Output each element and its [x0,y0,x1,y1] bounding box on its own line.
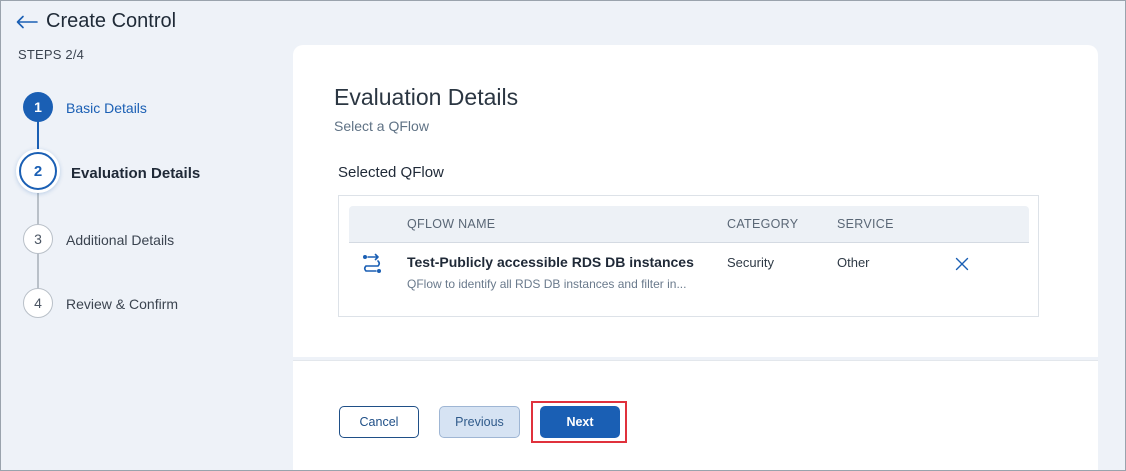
section-title: Evaluation Details [334,84,519,110]
qflow-service: Other [837,255,870,270]
step-3-circle: 3 [23,224,53,254]
section-subtitle: Select a QFlow [334,118,429,134]
table-header: QFLOW NAME CATEGORY SERVICE [349,206,1029,243]
back-arrow-icon[interactable] [16,12,38,32]
cancel-button[interactable]: Cancel [339,406,419,438]
qflow-description: QFlow to identify all RDS DB instances a… [407,277,687,291]
step-2-label: Evaluation Details [71,165,201,182]
stepper-connector [37,118,39,156]
step-4-circle: 4 [23,288,53,318]
column-header-category: CATEGORY [727,217,799,231]
stepper-connector [37,252,39,290]
qflow-category: Security [727,255,774,270]
column-header-service: SERVICE [837,217,894,231]
footer-actions: Cancel Previous Next [293,360,1098,471]
close-icon[interactable] [954,256,970,272]
evaluation-details-card: Evaluation Details Select a QFlow Select… [293,45,1098,357]
page-header: Create Control [16,10,176,33]
step-2-circle: 2 [19,152,57,190]
next-button[interactable]: Next [540,406,620,438]
previous-button[interactable]: Previous [439,406,520,438]
table-row: Test-Publicly accessible RDS DB instance… [349,243,1029,303]
stepper-connector [37,186,39,226]
page-title: Create Control [46,10,177,32]
column-header-qflow-name: QFLOW NAME [407,217,496,231]
step-1-circle[interactable]: 1 [23,92,53,122]
steps-indicator: STEPS 2/4 [18,47,85,62]
qflow-icon [361,253,383,275]
step-3-label: Additional Details [66,232,175,248]
qflow-name[interactable]: Test-Publicly accessible RDS DB instance… [407,254,694,270]
step-1-label[interactable]: Basic Details [66,100,147,116]
selected-qflow-heading: Selected QFlow [338,164,444,181]
step-4-label: Review & Confirm [66,296,179,312]
selected-qflow-table: QFLOW NAME CATEGORY SERVICE Test-Publicl… [338,195,1039,317]
